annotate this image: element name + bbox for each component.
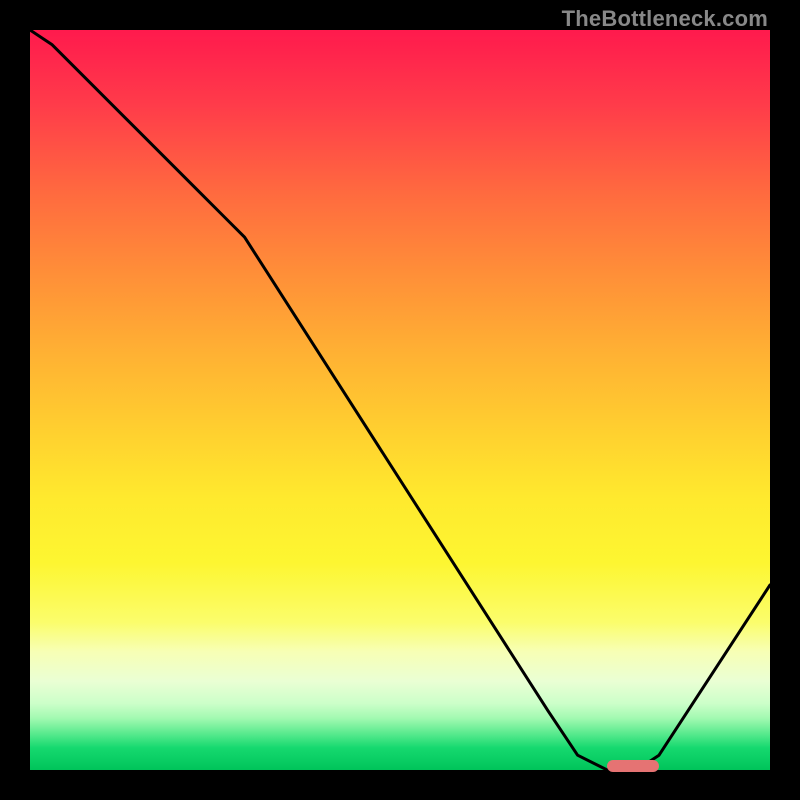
plot-area: [30, 30, 770, 770]
bottleneck-curve: [30, 30, 770, 770]
watermark-text: TheBottleneck.com: [562, 6, 768, 32]
chart-frame: TheBottleneck.com: [0, 0, 800, 800]
optimal-range-marker: [607, 760, 659, 772]
